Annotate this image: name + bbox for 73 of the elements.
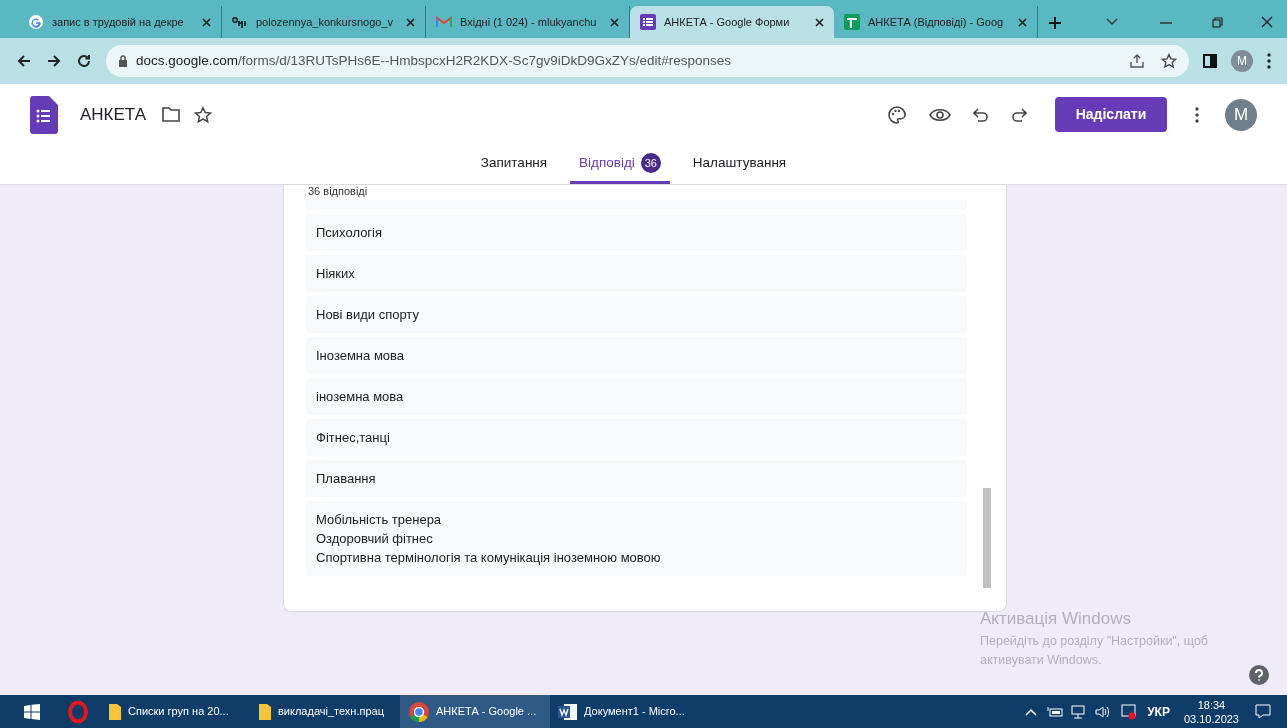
close-icon[interactable] [406,17,415,27]
address-bar[interactable]: docs.google.com/forms/d/13RUTsPHs6E--HmbspcxH2R2KDX-Sc7gv9iDkD9GxZYs/edit#responses [106,45,1189,77]
windows-start-icon[interactable] [24,703,40,720]
clock-time[interactable]: 18:34 [1197,697,1226,712]
folder-icon [108,702,122,721]
more-icon[interactable] [1195,106,1199,123]
opera-icon[interactable] [68,700,88,723]
clock-date[interactable]: 03.10.2023 [1183,711,1239,726]
document-icon [232,16,248,28]
form-title[interactable]: АНКЕТА [80,101,147,128]
sheets-icon [844,14,860,30]
back-icon[interactable] [16,53,32,69]
word-icon [558,702,578,721]
browser-tab[interactable]: АНКЕТА - Google Форми [630,6,834,38]
url-text: docs.google.com/forms/d/13RUTsPHs6E--HmbspcxH2R2KDX-Sc7gv9iDkD9GxZYs/edit#responses [136,51,732,70]
share-icon[interactable] [1129,53,1145,69]
answer-text: Нові види спорту [316,306,420,324]
more-icon[interactable] [1267,53,1271,69]
mail-icon [436,16,452,28]
lock-icon [118,55,128,67]
tab-search-icon[interactable] [1106,18,1118,26]
new-tab-icon[interactable] [1048,16,1062,30]
taskbar-app[interactable]: Списки груп на 20... [100,695,250,728]
scrollbar-thumb[interactable] [983,488,991,588]
network-icon[interactable] [1071,704,1088,719]
close-icon[interactable] [815,17,824,27]
folder-icon[interactable] [162,107,181,122]
answer-text: іноземна мова [316,388,405,406]
activation-title: Активація Windows [980,608,1132,630]
forms-logo-icon[interactable] [30,95,58,134]
answer-text: Оздоровчий фітнес [316,530,434,548]
side-panel-icon[interactable] [1203,54,1217,68]
undo-icon[interactable] [973,107,989,122]
form-tab[interactable]: Налаштування [683,145,796,184]
close-icon[interactable] [202,17,211,27]
response-count: 36 відповіді [308,185,369,198]
taskbar-app[interactable]: викладачі_техн.прац [250,695,400,728]
answer-text: Ніяких [316,265,356,283]
activation-message: Перейдіть до розділу "Настройки", щоб активувати Windows. [980,632,1209,669]
answer-text: Спортивна термінологія та комунікація іноземною мовою [316,549,662,567]
close-icon[interactable] [1261,16,1273,28]
star-icon[interactable] [1161,53,1177,69]
account-avatar[interactable]: M [1225,98,1257,131]
battery-icon[interactable] [1047,705,1064,718]
chrome-icon [408,700,430,723]
taskbar-app[interactable]: АНКЕТА - Google ... [400,695,550,728]
star-icon[interactable] [194,105,213,124]
reload-icon[interactable] [76,53,92,69]
answer-text: Іноземна мова [316,347,406,365]
language-indicator[interactable]: УКР [1147,702,1170,721]
volume-icon[interactable] [1095,704,1112,719]
send-button[interactable]: Надіслати [1055,97,1167,132]
notification-icon[interactable] [1255,704,1271,719]
answer-text: Психологія [316,224,384,242]
help-icon[interactable] [1249,665,1269,685]
preview-eye-icon[interactable] [929,107,951,122]
redo-icon[interactable] [1011,107,1027,122]
form-tab[interactable]: Запитання [471,145,557,184]
palette-icon[interactable] [887,104,907,125]
count-badge: 36 [640,153,661,173]
google-logo-icon [28,14,44,30]
close-icon[interactable] [610,17,619,27]
answer-text: Плавання [316,470,377,488]
taskbar-app[interactable]: Документ1 - Micro... [550,695,700,728]
folder-icon [258,702,272,721]
close-icon[interactable] [1018,17,1027,27]
tray-expand-icon[interactable] [1025,707,1038,716]
answer-text: Фітнес,танці [316,429,391,447]
forward-icon[interactable] [46,53,62,69]
alert-screen-icon[interactable] [1121,703,1138,720]
restore-icon[interactable] [1212,17,1223,28]
answer-text: Мобільність тренера [316,511,443,529]
forms-icon [640,14,656,30]
